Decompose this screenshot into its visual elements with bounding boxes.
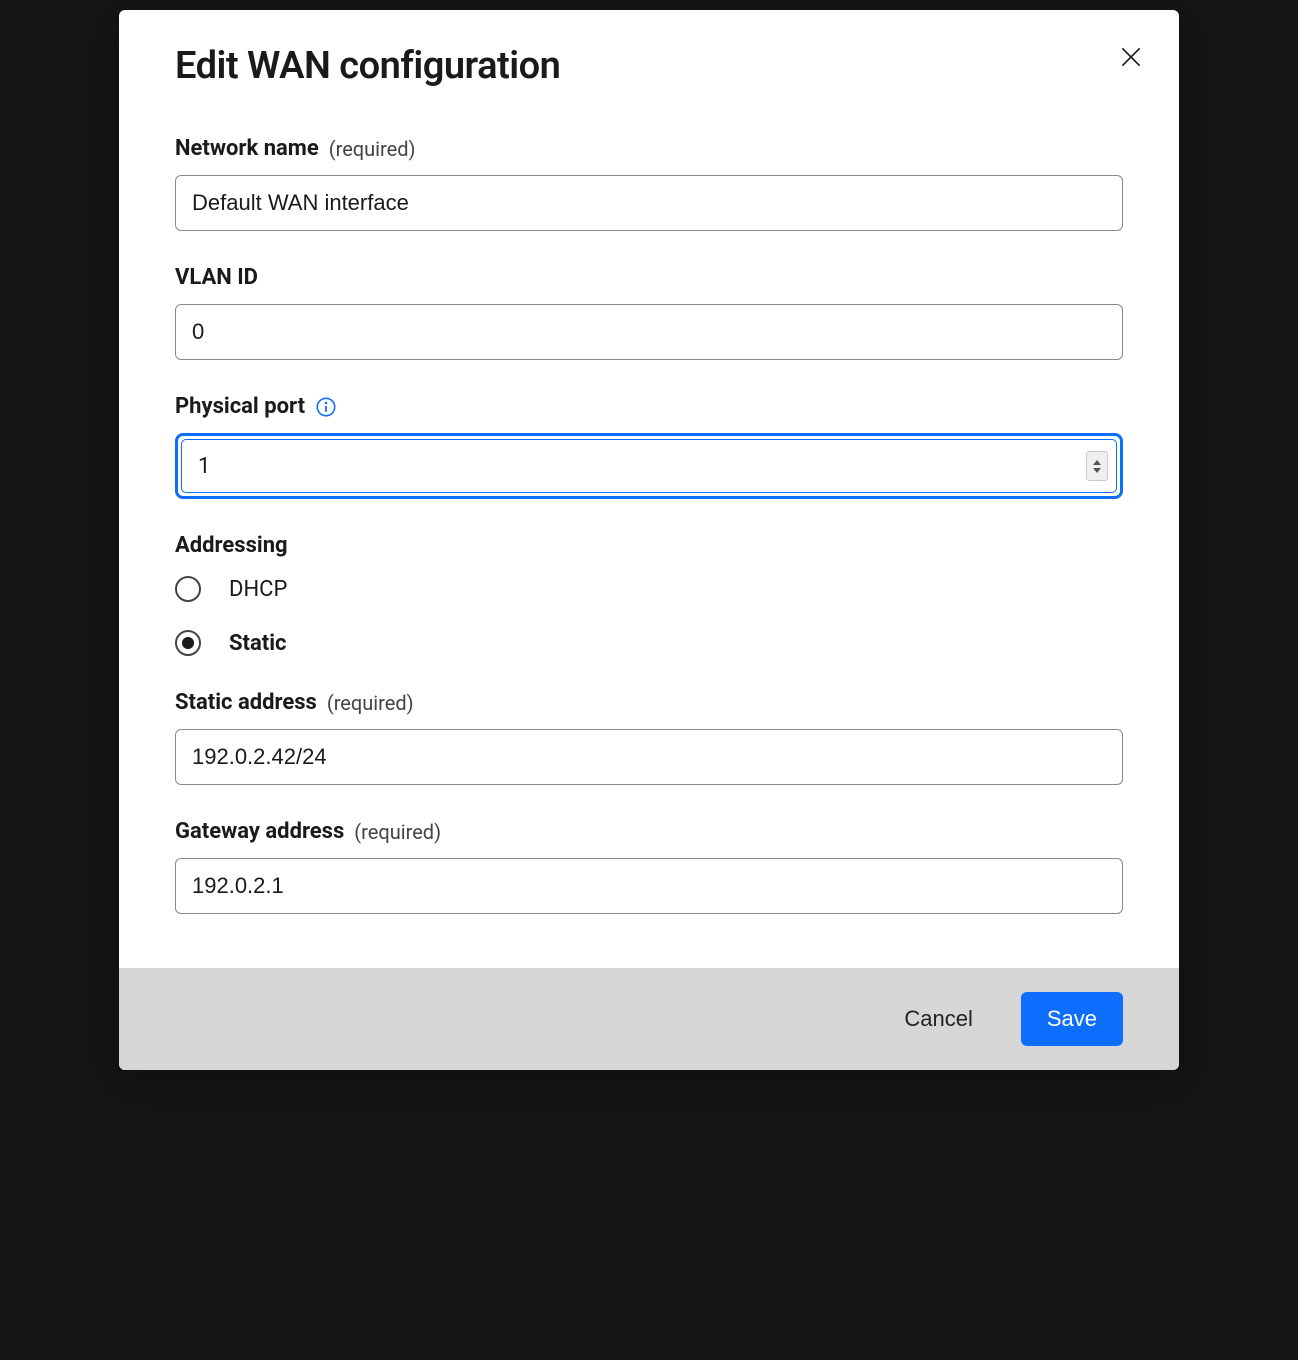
gateway-address-field: Gateway address (required) — [175, 819, 1123, 914]
close-button[interactable] — [1113, 40, 1149, 76]
physical-port-label: Physical port — [175, 394, 305, 419]
info-icon[interactable] — [315, 396, 337, 418]
static-address-label: Static address — [175, 690, 317, 715]
vlan-id-label: VLAN ID — [175, 265, 258, 290]
radio-icon — [175, 576, 201, 602]
static-address-field: Static address (required) — [175, 690, 1123, 785]
vlan-id-input[interactable] — [175, 304, 1123, 360]
stepper-icon — [1086, 451, 1108, 481]
gateway-address-label: Gateway address — [175, 819, 344, 844]
radio-dhcp[interactable]: DHCP — [175, 576, 1123, 602]
close-icon — [1118, 44, 1144, 73]
modal-footer: Cancel Save — [119, 968, 1179, 1070]
edit-wan-modal: Edit WAN configuration Network name (req… — [119, 10, 1179, 1070]
vlan-id-field: VLAN ID — [175, 265, 1123, 360]
gateway-address-input[interactable] — [175, 858, 1123, 914]
network-name-input[interactable] — [175, 175, 1123, 231]
radio-static[interactable]: Static — [175, 630, 1123, 656]
static-address-input[interactable] — [175, 729, 1123, 785]
physical-port-select[interactable]: 1 — [175, 433, 1123, 499]
static-address-required-hint: (required) — [327, 691, 414, 715]
modal-title: Edit WAN configuration — [175, 44, 1123, 88]
physical-port-field: Physical port 1 — [175, 394, 1123, 499]
network-name-label: Network name — [175, 136, 319, 161]
physical-port-value: 1 — [198, 454, 210, 479]
radio-static-label: Static — [229, 631, 287, 656]
modal-backdrop: Edit WAN configuration Network name (req… — [0, 0, 1298, 1360]
addressing-label: Addressing — [175, 533, 288, 558]
radio-dhcp-label: DHCP — [229, 577, 287, 602]
network-name-required-hint: (required) — [329, 137, 416, 161]
gateway-address-required-hint: (required) — [354, 820, 441, 844]
radio-icon — [175, 630, 201, 656]
cancel-button[interactable]: Cancel — [878, 992, 998, 1046]
save-button[interactable]: Save — [1021, 992, 1123, 1046]
addressing-field: Addressing DHCP Static — [175, 533, 1123, 656]
network-name-field: Network name (required) — [175, 136, 1123, 231]
